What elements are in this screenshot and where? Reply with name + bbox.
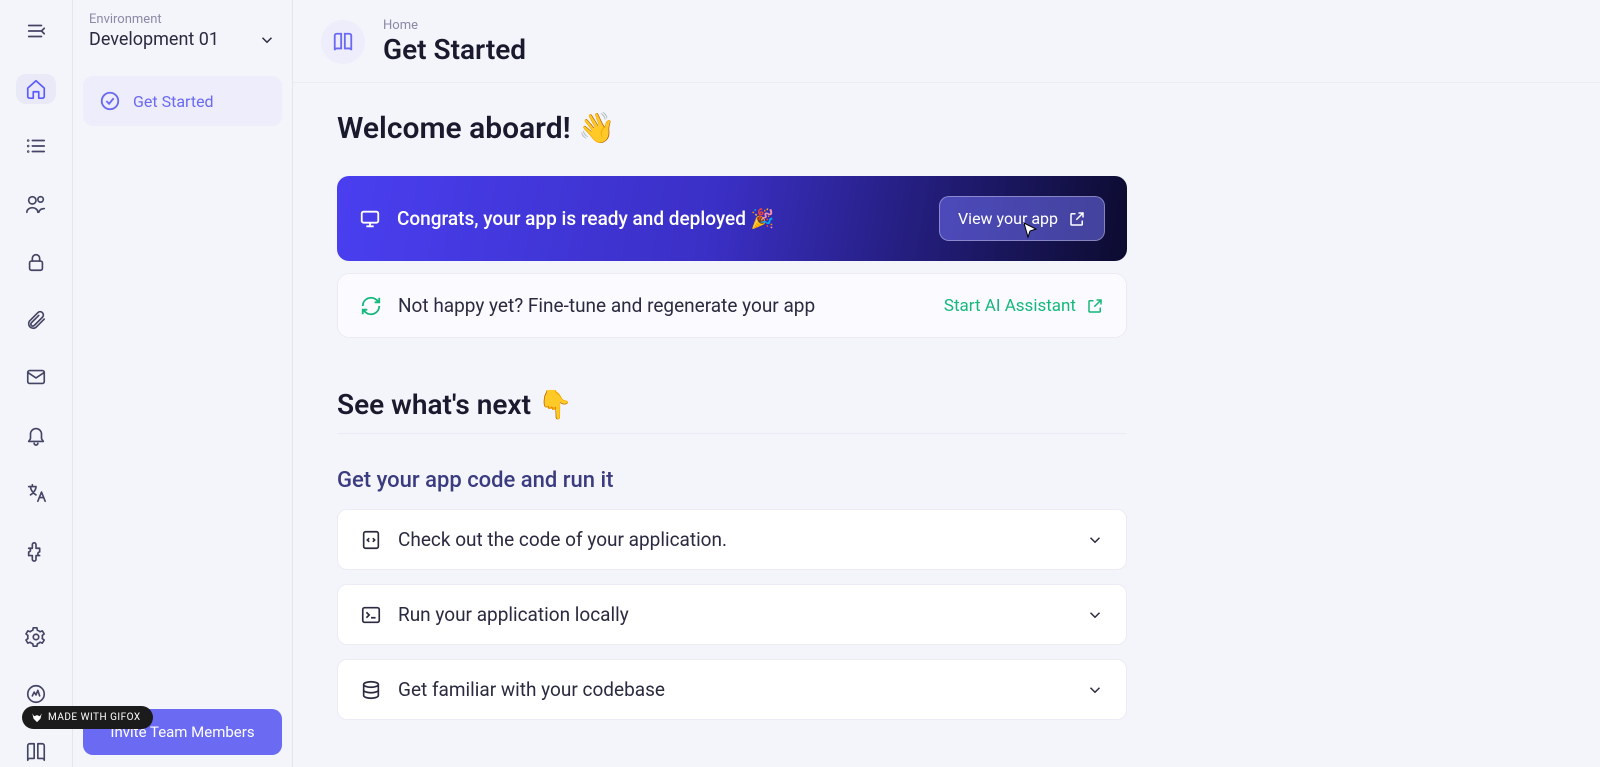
users-icon[interactable] bbox=[16, 189, 56, 219]
page-title: Get Started bbox=[383, 33, 526, 66]
breadcrumb: Home bbox=[383, 18, 526, 33]
deploy-banner: Congrats, your app is ready and deployed… bbox=[337, 176, 1127, 261]
finetune-card: Not happy yet? Fine-tune and regenerate … bbox=[337, 273, 1127, 338]
next-heading: See what's next 👇 bbox=[337, 388, 1127, 434]
accordion-run-locally[interactable]: Run your application locally bbox=[337, 584, 1127, 645]
terminal-icon bbox=[360, 604, 382, 626]
welcome-heading: Welcome aboard! 👋 bbox=[337, 111, 1127, 146]
translate-icon[interactable] bbox=[16, 478, 56, 508]
environment-selector[interactable]: Development 01 bbox=[83, 27, 282, 60]
sidebar-item-get-started[interactable]: Get Started bbox=[83, 76, 282, 126]
start-ai-link[interactable]: Start AI Assistant bbox=[944, 296, 1104, 316]
accordion-label: Run your application locally bbox=[398, 603, 1070, 626]
view-app-label: View your app bbox=[958, 209, 1058, 228]
badge-label: MADE WITH GIFOX bbox=[48, 712, 141, 723]
gear-icon[interactable] bbox=[16, 622, 56, 652]
attachment-icon[interactable] bbox=[16, 305, 56, 335]
plugin-icon[interactable] bbox=[16, 536, 56, 566]
lock-icon[interactable] bbox=[16, 247, 56, 277]
database-icon bbox=[360, 679, 382, 701]
chevron-down-icon bbox=[1086, 606, 1104, 624]
refresh-icon bbox=[360, 295, 382, 317]
icon-rail bbox=[0, 0, 73, 767]
finetune-text: Not happy yet? Fine-tune and regenerate … bbox=[398, 294, 928, 317]
main-area: Home Get Started Welcome aboard! 👋 Congr… bbox=[293, 0, 1600, 767]
chevron-down-icon bbox=[1086, 531, 1104, 549]
sidebar: Environment Development 01 Get Started I… bbox=[73, 0, 293, 767]
list-icon[interactable] bbox=[16, 132, 56, 162]
banner-text: Congrats, your app is ready and deployed… bbox=[397, 207, 923, 230]
fox-icon bbox=[30, 711, 44, 725]
section-heading: Get your app code and run it bbox=[337, 468, 1127, 493]
monitor-icon bbox=[359, 208, 381, 230]
content: Welcome aboard! 👋 Congrats, your app is … bbox=[293, 83, 1600, 762]
external-link-icon bbox=[1086, 297, 1104, 315]
code-file-icon bbox=[360, 529, 382, 551]
chevron-down-icon bbox=[258, 31, 276, 49]
activity-icon[interactable] bbox=[16, 679, 56, 709]
home-icon[interactable] bbox=[16, 74, 56, 104]
accordion-checkout-code[interactable]: Check out the code of your application. bbox=[337, 509, 1127, 570]
accordion-label: Get familiar with your codebase bbox=[398, 678, 1070, 701]
page-header: Home Get Started bbox=[293, 0, 1600, 83]
check-circle-icon bbox=[99, 90, 121, 112]
environment-label: Environment bbox=[83, 12, 282, 27]
collapse-menu-icon[interactable] bbox=[16, 16, 56, 46]
accordion-codebase[interactable]: Get familiar with your codebase bbox=[337, 659, 1127, 720]
view-app-button[interactable]: View your app bbox=[939, 196, 1105, 241]
docs-icon[interactable] bbox=[16, 737, 56, 767]
bell-icon[interactable] bbox=[16, 420, 56, 450]
mail-icon[interactable] bbox=[16, 363, 56, 393]
ai-link-label: Start AI Assistant bbox=[944, 296, 1076, 316]
external-link-icon bbox=[1068, 210, 1086, 228]
sidebar-item-label: Get Started bbox=[133, 92, 214, 111]
book-icon bbox=[321, 20, 365, 64]
chevron-down-icon bbox=[1086, 681, 1104, 699]
environment-name: Development 01 bbox=[89, 29, 219, 50]
gifox-badge: MADE WITH GIFOX bbox=[22, 706, 153, 729]
accordion-label: Check out the code of your application. bbox=[398, 528, 1070, 551]
